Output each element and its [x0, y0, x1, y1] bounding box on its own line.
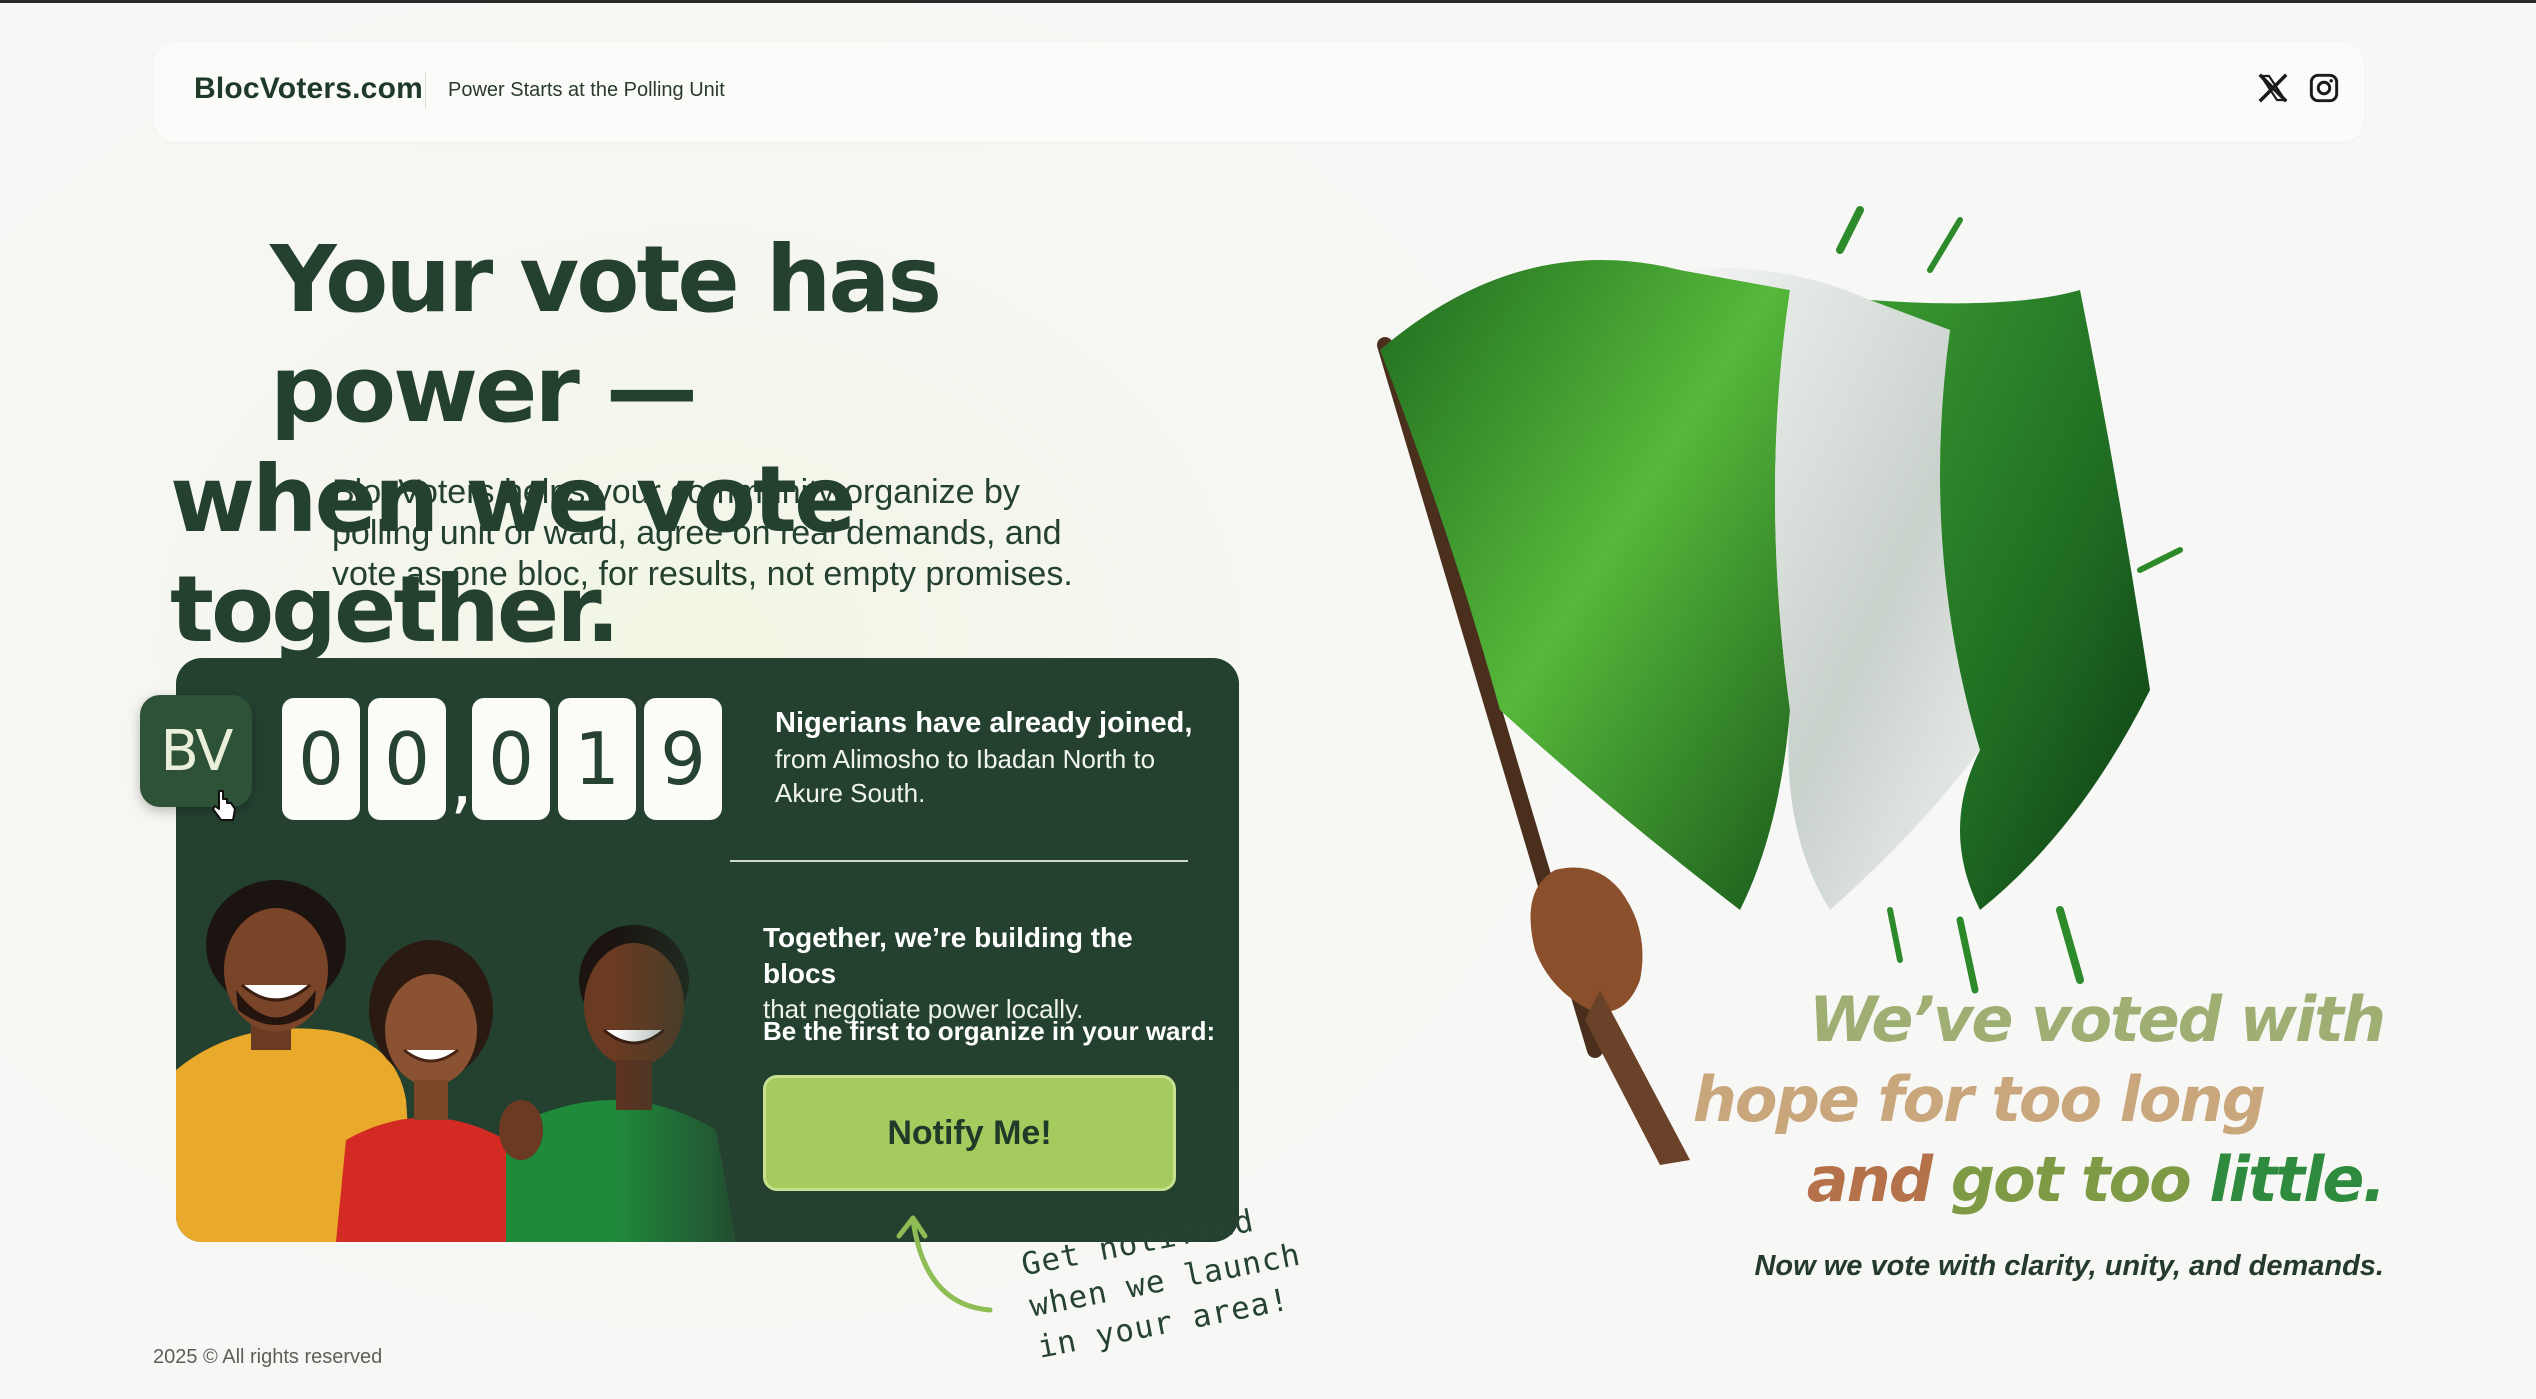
curved-arrow-icon	[896, 1215, 993, 1313]
counter-digit: 0	[472, 698, 550, 820]
header-divider	[425, 72, 426, 108]
member-counter: 0 0 , 0 1 9	[282, 698, 730, 820]
counter-digit: 1	[558, 698, 636, 820]
card-divider	[730, 860, 1188, 862]
brand-logo[interactable]: BlocVoters.com	[194, 72, 423, 106]
quote-line2: hope for too long	[1692, 1063, 2266, 1136]
hero-subtitle: BlocVoters helps your community organize…	[332, 473, 1073, 593]
x-icon[interactable]	[2253, 68, 2293, 108]
instagram-icon[interactable]	[2304, 68, 2344, 108]
counter-comma: ,	[450, 738, 473, 822]
counter-digit: 0	[282, 698, 360, 820]
footer-copyright: 2025 © All rights reserved	[153, 1346, 383, 1368]
quote-line3: and got too little.	[1484, 1140, 2386, 1220]
hero-title: Your vote has power — when we vote toget…	[170, 225, 1270, 665]
top-border	[0, 0, 2536, 3]
notify-me-button[interactable]: Notify Me!	[763, 1075, 1176, 1191]
quote-line3-got-too: got too	[1950, 1143, 2192, 1216]
quote-line1: We’ve voted with	[1808, 983, 2386, 1056]
quote-line3-and: and	[1806, 1143, 1933, 1216]
first-organize-label: Be the first to organize in your ward:	[763, 1016, 1216, 1046]
joined-detail: from Alimosho to Ibadan North to Akure S…	[775, 744, 1156, 808]
together-text: Together, we’re building the blocs that …	[763, 920, 1203, 1026]
joined-title: Nigerians have already joined,	[775, 707, 1193, 739]
counter-digit: 0	[368, 698, 446, 820]
quote-subtitle: Now we vote with clarity, unity, and dem…	[1754, 1250, 2384, 1282]
hero-title-line1: Your vote has power —	[270, 226, 942, 443]
site-header: BlocVoters.com Power Starts at the Polli…	[154, 42, 2364, 142]
tagline: Power Starts at the Polling Unit	[448, 79, 725, 101]
quote-line3-little: little.	[2209, 1143, 2386, 1216]
pointer-cursor-icon	[212, 790, 236, 821]
people-illustration	[176, 840, 761, 1242]
counter-digit: 9	[644, 698, 722, 820]
together-title: Together, we’re building the blocs	[763, 922, 1133, 989]
joined-text: Nigerians have already joined, from Alim…	[775, 704, 1195, 810]
quote: We’ve voted with hope for too long and g…	[1484, 980, 2386, 1220]
